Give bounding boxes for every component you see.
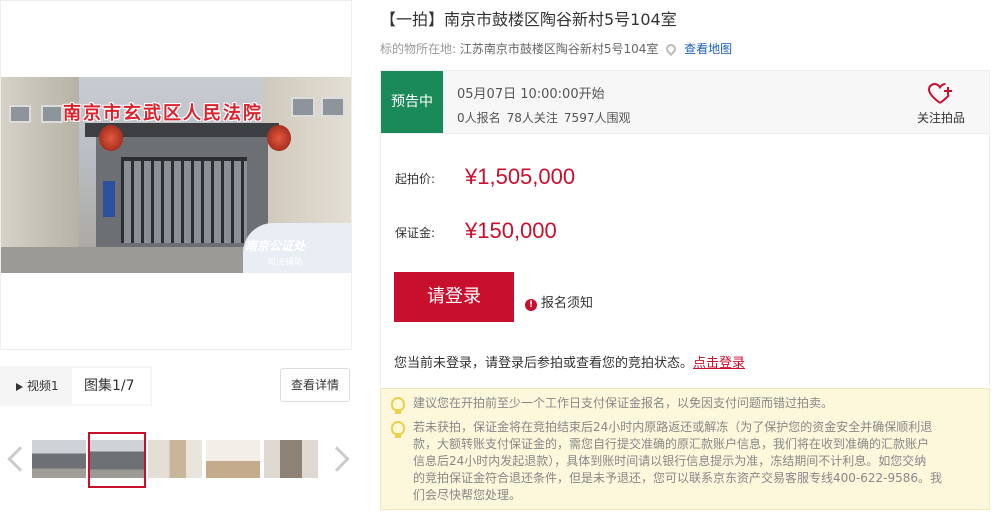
signup-notice-link[interactable]: ! 报名须知 xyxy=(525,292,593,311)
tip-2-line: 的竞拍保证金符合退还条件，但是未予退还，您可以联系京东资产交易客服专线400-6… xyxy=(413,471,943,485)
login-hint-text: 您当前未登录，请登录后参拍或查看您的竞拍状态。 xyxy=(394,356,694,371)
item-title: 【一拍】南京市鼓楼区陶谷新村5号104室 xyxy=(380,10,677,29)
tab-video[interactable]: 视频1 xyxy=(0,366,72,406)
thumbnail[interactable] xyxy=(32,440,86,478)
tip-2-line: 款，大额转账支付保证金的，需您自行提交准确的原汇款账户信息，我们将在收到准确的汇… xyxy=(413,437,930,451)
tips-box: 建议您在开拍前至少一个工作日支付保证金报名，以免因支付问题而错过拍卖。 若未获拍… xyxy=(380,388,990,510)
viewer-count: 7597人围观 xyxy=(563,111,631,125)
auction-status-box: 预告中 05月07日 10:00:00开始 0人报名 78人关注 7597人围观 关… xyxy=(380,70,990,134)
play-icon xyxy=(16,382,23,391)
map-pin-icon xyxy=(664,41,679,57)
price-panel: 起拍价: ¥1,505,000 保证金: ¥150,000 请登录 ! 报名须知 … xyxy=(380,134,990,386)
click-login-link[interactable]: 点击登录 xyxy=(693,356,745,371)
thumbnail[interactable] xyxy=(90,440,144,478)
view-details-button[interactable]: 查看详情 xyxy=(280,368,350,402)
thumbnail[interactable] xyxy=(148,440,202,478)
tip-2-line: 若未获拍，保证金将在竞拍结束后24小时内原路返还或解冻（为了保护您的资金安全并确… xyxy=(413,420,933,434)
tip-2-line: 信息后24小时内发起退款），具体到账时间请以银行信息提示为准，冻结期间不计利息。… xyxy=(413,454,927,468)
status-badge: 预告中 xyxy=(381,71,443,133)
follower-count: 78人关注 xyxy=(506,111,558,125)
auction-stats: 0人报名 78人关注 7597人围观 xyxy=(457,109,636,126)
view-map-link[interactable]: 查看地图 xyxy=(684,42,732,56)
tab-gallery[interactable]: 图集1/7 xyxy=(72,368,150,404)
prev-arrow-icon[interactable] xyxy=(4,442,33,478)
start-price-value: ¥1,505,000 xyxy=(465,164,576,189)
photo-watermark-sub: 司法辅助 xyxy=(267,258,304,268)
tip-2-line: 们会尽快帮您处理。 xyxy=(413,488,522,502)
start-price-label: 起拍价: xyxy=(395,172,436,186)
thumbnail[interactable] xyxy=(264,440,318,478)
signup-count: 0人报名 xyxy=(457,111,501,125)
property-photo: 南京市玄武区人民法院 南京公证处 司法辅助 xyxy=(1,77,351,273)
lightbulb-icon xyxy=(391,421,405,438)
lightbulb-icon xyxy=(391,397,405,414)
location-label: 标的物所在地: xyxy=(380,42,457,56)
login-hint: 您当前未登录，请登录后参拍或查看您的竞拍状态。点击登录 xyxy=(394,352,745,371)
deposit-value: ¥150,000 xyxy=(465,218,557,243)
tab-video-label: 视频1 xyxy=(27,379,59,393)
main-photo[interactable]: 南京市玄武区人民法院 南京公证处 司法辅助 xyxy=(0,0,352,350)
heart-plus-icon xyxy=(928,83,952,104)
start-time: 05月07日 10:00:00开始 xyxy=(457,87,605,102)
follow-label: 关注拍品 xyxy=(916,111,965,125)
tip-1: 建议您在开拍前至少一个工作日支付保证金报名，以免因支付问题而错过拍卖。 xyxy=(413,396,834,410)
deposit-label: 保证金: xyxy=(395,226,436,240)
location-line: 标的物所在地: 江苏南京市鼓楼区陶谷新村5号104室 查看地图 xyxy=(380,40,732,57)
follow-item-button[interactable]: 关注拍品 xyxy=(913,83,969,126)
photo-overlay-title: 南京市玄武区人民法院 xyxy=(63,103,263,124)
photo-watermark: 南京公证处 xyxy=(245,239,306,253)
alert-icon: ! xyxy=(525,299,537,311)
tip-2: 若未获拍，保证金将在竞拍结束后24小时内原路返还或解冻（为了保护您的资金安全并确… xyxy=(413,419,942,504)
next-arrow-icon[interactable] xyxy=(324,442,352,478)
location-value: 江苏南京市鼓楼区陶谷新村5号104室 xyxy=(459,42,659,56)
media-tabs: 视频1 图集1/7 xyxy=(0,366,152,406)
thumbnail[interactable] xyxy=(206,440,260,478)
login-button[interactable]: 请登录 xyxy=(394,272,514,322)
signup-notice-label: 报名须知 xyxy=(541,296,594,311)
